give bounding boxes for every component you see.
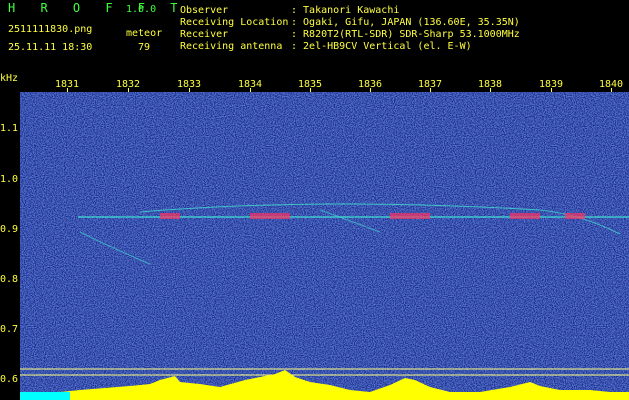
app-version: 1.0.0 [126,4,157,15]
y-tick-label: 0.7 [0,324,19,335]
location-label: Receiving Location [180,17,289,28]
y-tick-label: 0.8 [0,274,19,285]
y-tick-label: 0.6 [0,374,19,385]
receiver-label: Receiver [180,29,229,40]
observer-value: : Takanori Kawachi [291,5,400,16]
antenna-label: Receiving antenna [180,41,283,52]
observer-label: Observer [180,5,229,16]
receiver-value: : R820T2(RTL-SDR) SDR-Sharp 53.1000MHz [291,29,520,40]
baseline-bar [20,392,70,400]
y-tick-label: 1.0 [0,174,19,185]
meteor-label: meteor [126,28,163,39]
file-name: 2511111830.png [8,24,93,35]
y-unit-label: kHz [0,73,19,84]
timestamp: 25.11.11 18:30 [8,42,93,53]
header-panel: H R O F F T 1.0.0 2511111830.png 25.11.1… [0,0,629,75]
location-value: : Ogaki, Gifu, JAPAN (136.60E, 35.35N) [291,17,520,28]
y-tick-label: 0.9 [0,224,19,235]
meteor-count: 79 [138,42,151,53]
app-brand: H R O F F T [8,1,187,15]
spectrogram-plot [20,92,629,400]
spectrogram-noise [20,92,629,400]
antenna-value: : 2el-HB9CV Vertical (el. E-W) [291,41,472,52]
y-tick-label: 1.1 [0,123,19,134]
